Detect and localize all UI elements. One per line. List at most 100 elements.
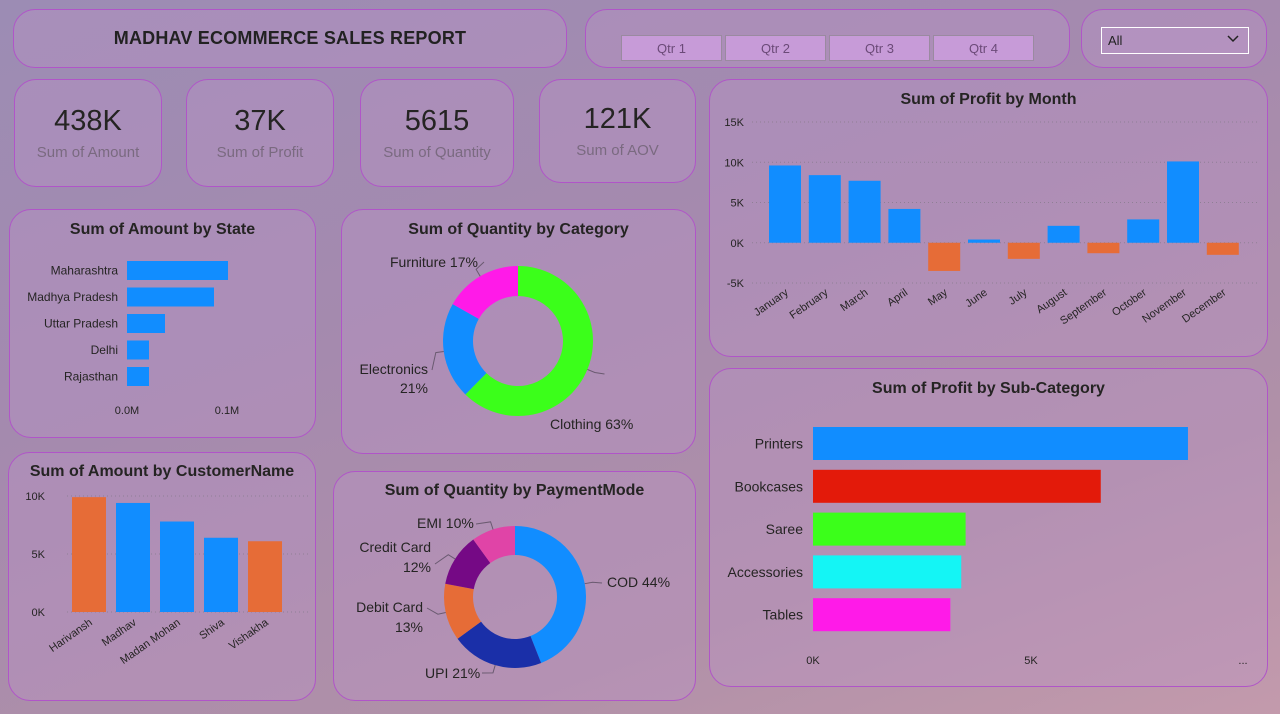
- bar-label: Delhi: [91, 343, 118, 357]
- quarter-button-3[interactable]: Qtr 3: [829, 35, 930, 61]
- slice-label: 13%: [395, 619, 423, 635]
- bar: [813, 469, 1101, 503]
- x-tick-label: Vishakha: [227, 616, 272, 652]
- month-bar-chart: 15K 10K 5K 0K -5K JanuaryFebruary March April Ma…: [724, 117, 1258, 327]
- bar: [248, 541, 282, 612]
- y-tick-label: -5K: [727, 278, 745, 290]
- bar: [204, 537, 238, 612]
- filter-dropdown[interactable]: All: [1101, 27, 1249, 54]
- bar-label: Maharashtra: [51, 264, 119, 278]
- quarter-button-2[interactable]: Qtr 2: [725, 35, 826, 61]
- slice-label: COD 44%: [607, 574, 670, 590]
- bar: [127, 287, 214, 307]
- x-tick-label: February: [788, 286, 831, 321]
- kpi-value: 5615: [404, 105, 470, 137]
- bar: [813, 555, 962, 589]
- kpi-label: Sum of Amount: [36, 144, 140, 161]
- bar: [813, 512, 966, 546]
- month-chart-card: Sum of Profit by Month 15K 10K 5K 0K -5K Janu…: [709, 79, 1268, 357]
- bar: [127, 261, 228, 280]
- bar: [813, 598, 951, 632]
- bar: [1087, 242, 1120, 254]
- x-tick-label: January: [752, 286, 791, 319]
- y-tick-label: 15K: [724, 117, 744, 129]
- x-tick-label: June: [963, 287, 989, 311]
- bar: [769, 165, 801, 243]
- category-chart-card: Sum of Quantity by Category Clothing 63%…: [341, 209, 696, 454]
- x-tick-label: Madhav: [100, 616, 139, 649]
- slice-label: Furniture 17%: [390, 254, 478, 270]
- bar: [72, 497, 106, 612]
- subcategory-bar-chart: Printers Bookcases Saree Accessories Tables 0…: [728, 427, 1248, 667]
- x-tick-label: December: [1180, 286, 1229, 325]
- bar: [808, 175, 841, 243]
- y-tick-label: 0K: [32, 607, 46, 619]
- quarter-slicer: Qtr 1 Qtr 2 Qtr 3 Qtr 4: [585, 9, 1070, 68]
- y-tick-label: 10K: [724, 157, 744, 169]
- x-tick-label: 0K: [806, 655, 820, 667]
- state-chart-card: Sum of Amount by State Maharashtra Madhya…: [9, 209, 316, 438]
- bar-label: Printers: [755, 436, 803, 452]
- bar: [1127, 219, 1160, 243]
- bar: [160, 521, 194, 612]
- bar-label: Bookcases: [735, 478, 803, 494]
- x-tick-label: July: [1007, 286, 1030, 307]
- bar: [848, 180, 881, 243]
- y-tick-label: 5K: [731, 198, 745, 210]
- slice-label: Credit Card: [359, 539, 431, 555]
- bar: [116, 502, 150, 612]
- x-tick-label: 0.1M: [215, 405, 239, 417]
- bar-label: Rajasthan: [64, 370, 118, 384]
- filter-selected-value: All: [1108, 33, 1123, 48]
- chevron-down-icon: [1226, 32, 1240, 49]
- kpi-value: 438K: [54, 105, 122, 137]
- report-title-card: MADHAV ECOMMERCE SALES REPORT: [13, 9, 567, 68]
- bar-label: Accessories: [728, 564, 803, 580]
- x-tick-label: 5K: [1024, 655, 1038, 667]
- leader-line: [431, 350, 444, 371]
- x-tick-label: May: [926, 286, 950, 308]
- quarter-button-4[interactable]: Qtr 4: [933, 35, 1034, 61]
- kpi-card-profit: 37K Sum of Profit: [186, 79, 334, 187]
- slice-label: Electronics: [360, 361, 428, 377]
- bar: [127, 367, 149, 386]
- kpi-label: Sum of AOV: [576, 142, 659, 159]
- kpi-card-aov: 121K Sum of AOV: [539, 79, 696, 183]
- bar: [1206, 242, 1239, 255]
- bar-label: Madhya Pradesh: [27, 290, 118, 304]
- leader-line: [475, 521, 494, 530]
- x-tick-label: 0.0M: [115, 405, 139, 417]
- bar: [127, 314, 165, 333]
- x-tick-label: Shiva: [197, 616, 227, 642]
- leader-line: [434, 554, 456, 565]
- filter-card: All: [1081, 9, 1267, 68]
- category-donut-chart: Clothing 63% Electronics 21% Furniture 17%: [360, 254, 634, 432]
- leader-line: [481, 665, 496, 674]
- bar: [127, 340, 149, 360]
- slice-label: Clothing 63%: [550, 416, 633, 432]
- leader-line: [587, 368, 605, 375]
- bar-label: Tables: [763, 607, 803, 623]
- kpi-card-amount: 438K Sum of Amount: [14, 79, 162, 187]
- payment-chart-card: Sum of Quantity by PaymentMode COD 44% UP…: [333, 471, 696, 701]
- slice-label: Debit Card: [356, 599, 423, 615]
- x-tick-label: August: [1034, 287, 1069, 316]
- slice-label: 12%: [403, 559, 431, 575]
- kpi-card-quantity: 5615 Sum of Quantity: [360, 79, 514, 187]
- payment-donut-chart: COD 44% UPI 21% Debit Card 13% Credit Card 12…: [356, 515, 670, 681]
- kpi-label: Sum of Quantity: [383, 144, 491, 161]
- kpi-value: 37K: [234, 105, 286, 137]
- leader-line: [584, 581, 603, 585]
- bar: [1007, 242, 1040, 259]
- x-tick-label: March: [838, 287, 870, 314]
- customer-chart-card: Sum of Amount by CustomerName 10K 5K 0K Har…: [8, 452, 316, 701]
- bar: [928, 242, 961, 271]
- subcategory-chart-card: Sum of Profit by Sub-Category Printers Bo…: [709, 368, 1268, 687]
- bar: [888, 208, 921, 243]
- leader-line: [426, 607, 446, 615]
- customer-bar-chart: 10K5K0KHarivansh MadhavMadan Mohan Shiva Vi…: [25, 491, 309, 667]
- quarter-button-1[interactable]: Qtr 1: [621, 35, 722, 61]
- y-tick-label: 5K: [32, 549, 46, 561]
- state-bar-chart: Maharashtra Madhya Pradesh Uttar Pradesh De…: [27, 261, 239, 417]
- x-tick-label: ...: [1238, 655, 1247, 667]
